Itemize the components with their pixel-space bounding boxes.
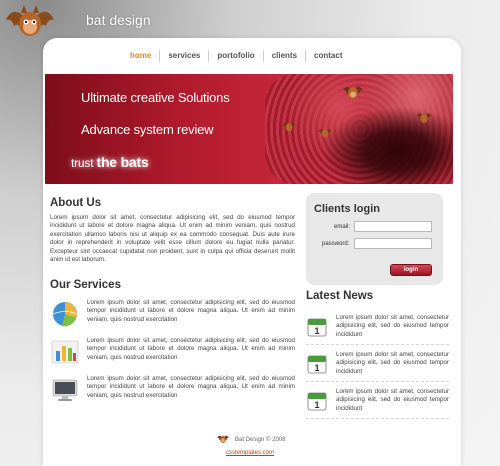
service-item: Lorem ipsum dolor sit amet, consectetur … [50,299,295,329]
news-text: Lorem ipsum dolor sit amet, consectetur … [336,314,449,338]
password-label: password: [322,241,350,247]
clients-login-box: Clients login email: password: login [306,193,443,285]
bat-icon [216,435,229,443]
calendar-icon: 1 [307,318,327,337]
main-nav: home services portofolio clients contact [122,47,351,65]
banner-line-3: trust the bats [71,154,149,170]
news-item[interactable]: 1 Lorem ipsum dolor sit amet, consectetu… [306,382,449,419]
footer-link[interactable]: csstemplates.com [200,450,300,456]
banner-line-2: Advance system review [81,122,214,137]
calendar-icon: 1 [307,392,327,411]
login-button[interactable]: login [390,264,432,276]
service-item: Lorem ipsum dolor sit amet, consectetur … [50,337,295,367]
banner-line-1: Ultimate creative Solutions [81,90,230,105]
news-item[interactable]: 1 Lorem ipsum dolor sit amet, consectetu… [306,345,449,382]
nav-contact[interactable]: contact [306,50,350,62]
brand-name: bat design [86,12,151,28]
latest-news-section: Latest News 1 Lorem ipsum dolor sit amet… [306,290,449,419]
service-text: Lorem ipsum dolor sit amet, consectetur … [87,337,295,361]
calendar-day: 1 [314,400,319,410]
email-label: email: [334,224,351,230]
footer: Bat Design © 2008 csstemplates.com [200,431,300,456]
banner-line-3-prefix: trust [71,156,97,170]
services-section: Our Services Lorem ipsum dolor sit amet,… [50,279,295,405]
about-title: About Us [50,197,102,209]
login-title: Clients login [314,203,380,215]
password-field[interactable] [354,238,432,249]
copyright-text: Bat Design © 2008 [235,436,286,443]
banner-line-3-bold: the bats [96,154,149,170]
calendar-day: 1 [314,326,319,336]
monitor-icon [52,379,78,401]
about-body: Lorem ipsum dolor sit amet, consectetur … [50,214,295,264]
hero-banner: Ultimate creative Solutions Advance syst… [45,74,453,184]
news-item[interactable]: 1 Lorem ipsum dolor sit amet, consectetu… [306,308,449,345]
news-title: Latest News [306,290,374,302]
nav-clients[interactable]: clients [264,50,307,62]
email-field[interactable] [354,221,432,232]
bat-icon [343,86,363,99]
bat-icon [282,123,296,132]
service-text: Lorem ipsum dolor sit amet, consectetur … [87,375,295,399]
service-text: Lorem ipsum dolor sit amet, consectetur … [87,299,295,323]
bat-icon [318,129,332,138]
nav-services[interactable]: services [160,50,210,62]
calendar-icon: 1 [307,355,327,374]
nav-portofolio[interactable]: portofolio [209,50,264,62]
globe-chart-icon [52,302,78,327]
about-section: About Us Lorem ipsum dolor sit amet, con… [50,197,295,264]
news-text: Lorem ipsum dolor sit amet, consectetur … [336,351,449,375]
calendar-day: 1 [314,363,319,373]
service-item: Lorem ipsum dolor sit amet, consectetur … [50,375,295,405]
bar-chart-icon [51,340,79,364]
nav-home[interactable]: home [122,50,161,62]
bat-icon [416,113,432,123]
services-title: Our Services [50,279,121,291]
news-text: Lorem ipsum dolor sit amet, consectetur … [336,388,449,412]
